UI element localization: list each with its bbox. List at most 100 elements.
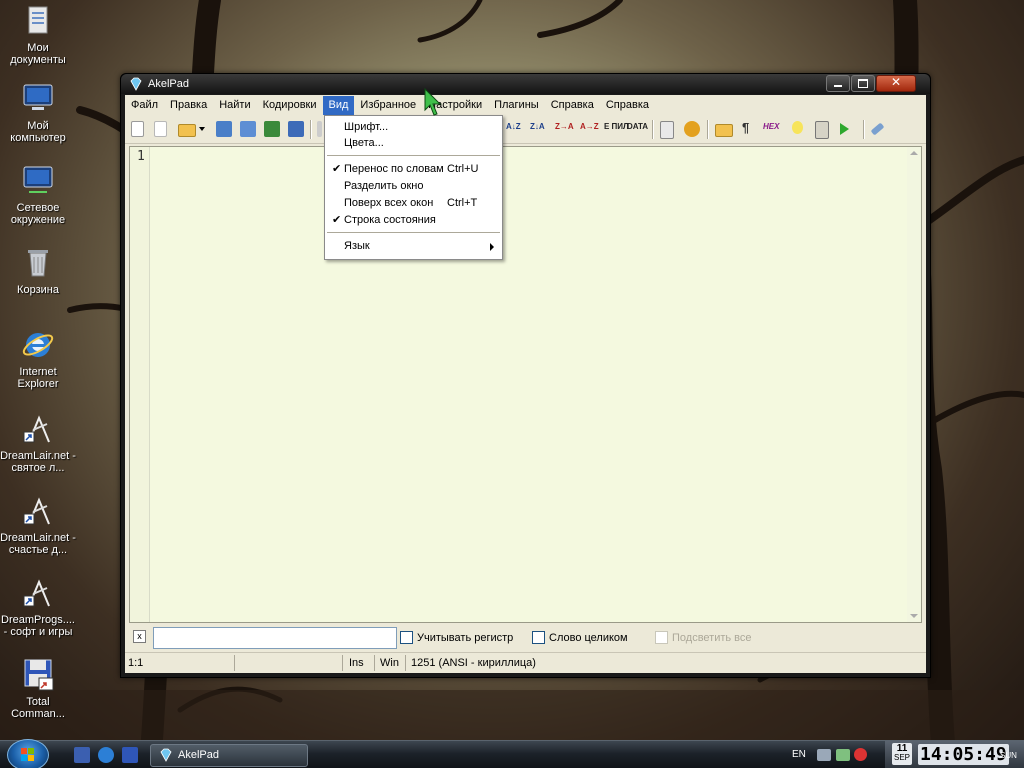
menu-find[interactable]: Найти xyxy=(213,96,256,115)
clock-widget[interactable]: 11 SEP 14:05:49 SUN xyxy=(885,741,1024,768)
network-icon xyxy=(21,164,55,198)
desktop-icon-label: DreamLair.net - счастье д... xyxy=(0,532,76,556)
line-number: 1 xyxy=(137,149,145,164)
menu-encodings[interactable]: Кодировки xyxy=(257,96,323,115)
quicklaunch-desktop-icon[interactable] xyxy=(122,747,138,763)
checkmark-icon: ✔ xyxy=(332,163,342,175)
menu-item-language[interactable]: Язык xyxy=(326,238,501,255)
status-separator xyxy=(374,655,375,671)
clipboard-icon[interactable] xyxy=(815,121,829,139)
status-bar: 1:1 Ins Win 1251 (ANSI - кириллица) xyxy=(125,652,926,673)
desktop-icon-my-computer[interactable]: Мой компьютер xyxy=(0,82,76,144)
gear-icon[interactable] xyxy=(684,121,700,137)
document-icon[interactable] xyxy=(660,121,674,139)
total-commander-icon xyxy=(21,658,55,692)
menu-item-font[interactable]: Шрифт... xyxy=(326,119,501,136)
recycle-bin-icon xyxy=(21,246,55,280)
akelpad-logo-icon xyxy=(160,748,172,762)
start-button[interactable] xyxy=(7,739,49,768)
hex-button[interactable]: HEX xyxy=(763,122,779,131)
window-title: AkelPad xyxy=(148,78,189,90)
text-editor[interactable]: 1 xyxy=(129,146,922,623)
menu-item-split-window[interactable]: Разделить окно xyxy=(326,178,501,195)
scroll-up-arrow[interactable] xyxy=(910,151,918,155)
desktop-icon-total-commander[interactable]: Total Comman... xyxy=(0,658,76,720)
tray-volume-icon[interactable] xyxy=(836,749,850,761)
menu-item-label: Шрифт... xyxy=(344,121,389,133)
status-separator xyxy=(234,655,235,671)
case-a-to-z-button[interactable]: A→Z xyxy=(580,122,599,131)
title-bar[interactable]: AkelPad ✕ xyxy=(121,74,930,94)
cut-icon[interactable] xyxy=(317,121,322,137)
open-folder-icon[interactable] xyxy=(178,124,196,137)
clock-weekday: SUN xyxy=(1000,751,1017,760)
find-close-button[interactable]: x xyxy=(133,630,146,643)
desktop-icon-dreamlair-2[interactable]: DreamLair.net - счастье д... xyxy=(0,494,76,556)
editor-content[interactable] xyxy=(154,149,905,622)
desktop-icon-internet-explorer[interactable]: Internet Explorer xyxy=(0,328,76,390)
desktop-icon-label: DreamProgs.... - софт и игры xyxy=(1,614,75,638)
tray-security-icon[interactable] xyxy=(854,748,867,761)
language-indicator[interactable]: EN xyxy=(792,749,806,760)
scroll-down-arrow[interactable] xyxy=(910,614,918,618)
sort-za-button[interactable]: Z↓A xyxy=(530,122,545,131)
print-icon[interactable] xyxy=(264,121,280,137)
desktop-icon-network[interactable]: Сетевое окружение xyxy=(0,164,76,226)
menu-item-word-wrap[interactable]: ✔ Перенос по словам Ctrl+U xyxy=(326,161,501,178)
clock-day-number: 11 xyxy=(896,743,908,754)
windows-logo-icon xyxy=(21,748,34,761)
tray-network-icon[interactable] xyxy=(817,749,831,761)
quicklaunch-save-icon[interactable] xyxy=(74,747,90,763)
vertical-scrollbar[interactable] xyxy=(907,147,921,622)
desktop-icon-my-documents[interactable]: Мои документы xyxy=(0,4,76,66)
menu-item-colors[interactable]: Цвета... xyxy=(326,135,501,152)
save-icon[interactable] xyxy=(216,121,232,137)
newline-format: Win xyxy=(380,657,399,669)
search-input[interactable] xyxy=(153,627,397,649)
folder-icon[interactable] xyxy=(715,124,733,137)
properties-icon[interactable] xyxy=(288,121,304,137)
menu-help[interactable]: Справка xyxy=(545,96,600,115)
menu-plugins[interactable]: Плагины xyxy=(488,96,545,115)
insert-mode: Ins xyxy=(349,657,364,669)
new-window-icon[interactable] xyxy=(154,121,167,137)
pilcrow-icon[interactable]: ¶ xyxy=(742,120,749,135)
maximize-button[interactable] xyxy=(851,75,875,92)
wrench-icon[interactable] xyxy=(870,122,885,136)
menu-favorites[interactable]: Избранное xyxy=(354,96,422,115)
desktop-icon-dreamlair-1[interactable]: DreamLair.net - святое л... xyxy=(0,412,76,474)
data-button[interactable]: DATA xyxy=(627,122,648,131)
quicklaunch-ie-icon[interactable] xyxy=(98,747,114,763)
highlight-all-checkbox: Подсветить все xyxy=(655,631,752,644)
close-button[interactable]: ✕ xyxy=(876,75,916,92)
taskbar-button-akelpad[interactable]: AkelPad xyxy=(150,744,308,767)
mouse-cursor-icon xyxy=(424,88,442,116)
chevron-down-icon[interactable] xyxy=(199,127,205,131)
desktop-icon-dreamprogs[interactable]: DreamProgs.... - софт и игры xyxy=(0,576,76,638)
menu-file[interactable]: Файл xyxy=(125,96,164,115)
save-all-icon[interactable] xyxy=(240,121,256,137)
menu-item-always-on-top[interactable]: Поверх всех окон Ctrl+T xyxy=(326,195,501,212)
minimize-button[interactable] xyxy=(826,75,850,92)
checkbox-box[interactable] xyxy=(532,631,545,644)
desktop-icon-recycle-bin[interactable]: Корзина xyxy=(0,246,76,296)
match-case-checkbox[interactable]: Учитывать регистр xyxy=(400,631,513,644)
shortcut-icon xyxy=(21,412,55,446)
desktop-icon-label: Internet Explorer xyxy=(17,366,59,390)
checkbox-box[interactable] xyxy=(400,631,413,644)
e-pil-button[interactable]: E ПИЛ xyxy=(604,122,629,131)
menu-help-2[interactable]: Справка xyxy=(600,96,655,115)
menu-view[interactable]: Вид xyxy=(322,95,355,115)
menu-item-status-bar[interactable]: ✔ Строка состояния xyxy=(326,212,501,229)
whole-word-checkbox[interactable]: Слово целиком xyxy=(532,631,628,644)
clock-date: 11 SEP xyxy=(892,743,912,765)
menu-bar: Файл Правка Найти Кодировки Вид Избранно… xyxy=(125,95,926,115)
menu-edit[interactable]: Правка xyxy=(164,96,213,115)
case-z-to-a-button[interactable]: Z→A xyxy=(555,122,574,131)
menu-item-label: Разделить окно xyxy=(344,180,424,192)
play-icon[interactable] xyxy=(840,123,849,135)
new-file-icon[interactable] xyxy=(131,121,144,137)
lightbulb-icon[interactable] xyxy=(792,121,803,134)
sort-az-button[interactable]: A↓Z xyxy=(506,122,521,131)
status-separator xyxy=(342,655,343,671)
